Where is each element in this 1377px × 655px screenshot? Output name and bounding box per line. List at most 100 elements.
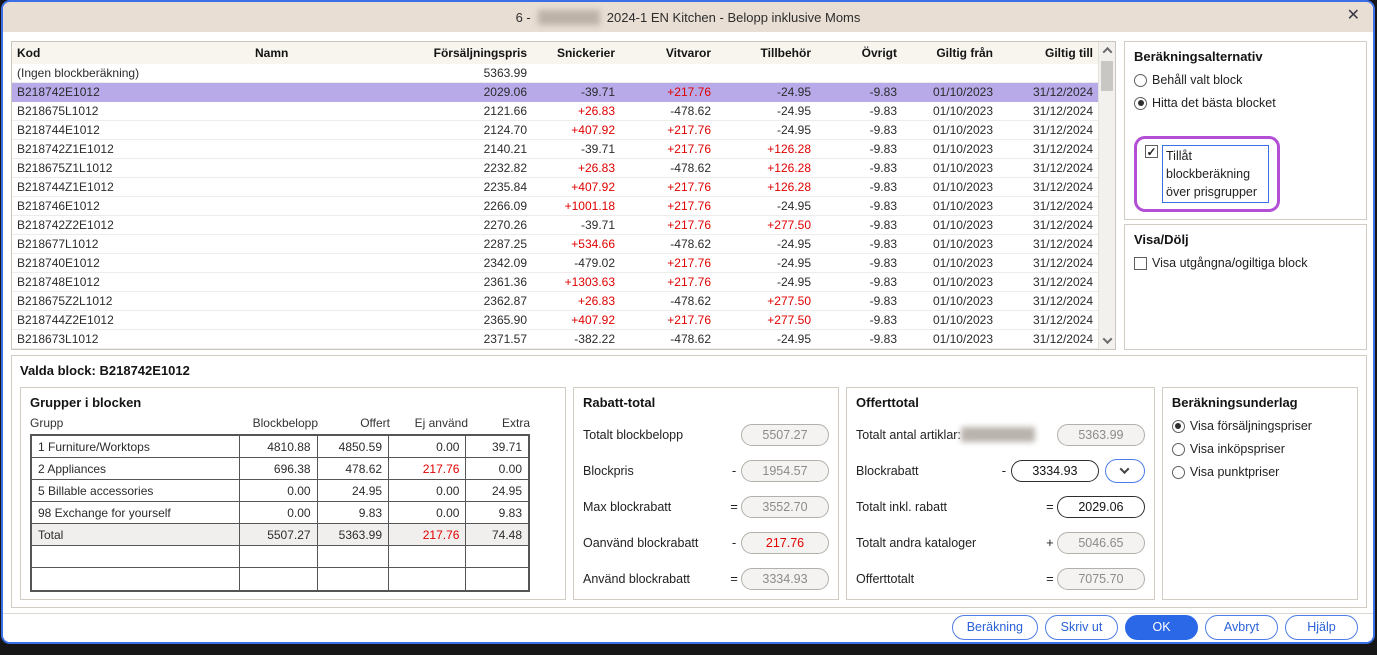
column-header-namn[interactable]: Namn [250, 46, 422, 60]
basis-option-option: Visa punktpriser [1172, 465, 1348, 479]
groups-table-row: 98 Exchange for yourself0.009.830.009.83 [32, 502, 528, 524]
table-cell: 2235.84 [422, 180, 532, 194]
calc-option-radio-1[interactable] [1134, 97, 1147, 110]
block-table-header: KodNamnFörsäljningsprisSnickerierVitvaro… [12, 42, 1098, 64]
table-row[interactable]: B218744Z1E10122235.84+407.92+217.76+126.… [12, 178, 1098, 197]
basis-option-radio-1[interactable] [1172, 443, 1185, 456]
table-cell: +407.92 [532, 123, 620, 137]
table-cell: +126.28 [716, 142, 816, 156]
offert-value-field-4[interactable]: 7075.70 [1057, 568, 1145, 590]
rabatt-line: Max blockrabatt=3552.70 [583, 495, 829, 518]
table-cell: 01/10/2023 [902, 85, 998, 99]
block-table: KodNamnFörsäljningsprisSnickerierVitvaro… [12, 42, 1098, 349]
column-header-giltig-till[interactable]: Giltig till [998, 46, 1098, 60]
table-cell: -9.83 [816, 161, 902, 175]
column-header-f-rs-ljningspris[interactable]: Försäljningspris [422, 46, 532, 60]
table-cell: -9.83 [816, 275, 902, 289]
table-cell: +534.66 [532, 237, 620, 251]
show-expired-checkbox[interactable] [1134, 257, 1147, 270]
table-cell: 31/12/2024 [998, 313, 1098, 327]
groups-table-cell: 0.00 [389, 502, 466, 523]
rabatt-value-field-0[interactable]: 5507.27 [741, 424, 829, 446]
cross-group-checkbox-label[interactable]: Tillåt blockberäkning över prisgrupper [1162, 145, 1269, 203]
table-row[interactable]: B218675Z1L10122232.82+26.83-478.62+126.2… [12, 159, 1098, 178]
table-cell: (Ingen blockberäkning) [12, 66, 250, 80]
table-cell: B218746E1012 [12, 199, 250, 213]
table-row[interactable]: B218675L10122121.66+26.83-478.62-24.95-9… [12, 102, 1098, 121]
table-cell: -9.83 [816, 104, 902, 118]
scrollbar-thumb[interactable] [1101, 61, 1113, 91]
rabatt-line: Använd blockrabatt=3334.93 [583, 567, 829, 590]
table-cell: -478.62 [620, 104, 716, 118]
groups-panel: Grupper i blocken GruppBlockbeloppOffert… [20, 387, 566, 600]
dropdown-chevron-button[interactable] [1105, 459, 1145, 483]
basis-option-radio-0[interactable] [1172, 420, 1185, 433]
rabatt-value-field-1[interactable]: 1954.57 [741, 460, 829, 482]
table-cell: 2270.26 [422, 218, 532, 232]
table-cell: 2029.06 [422, 85, 532, 99]
ok-button[interactable]: OK [1125, 615, 1198, 640]
scroll-down-icon[interactable] [1099, 332, 1115, 349]
table-cell: 31/12/2024 [998, 104, 1098, 118]
skriv-ut-button[interactable]: Skriv ut [1045, 615, 1118, 640]
table-cell: -9.83 [816, 256, 902, 270]
table-cell: B218748E1012 [12, 275, 250, 289]
table-cell: -382.22 [532, 332, 620, 346]
table-row[interactable]: B218742Z2E10122270.26-39.71+217.76+277.5… [12, 216, 1098, 235]
ber-kning-button[interactable]: Beräkning [952, 615, 1038, 640]
offert-label-3: Totalt andra kataloger [856, 536, 1043, 550]
table-row[interactable]: B218740E10122342.09-479.02+217.76-24.95-… [12, 254, 1098, 273]
column-header-giltig-fr-n[interactable]: Giltig från [902, 46, 998, 60]
table-cell: 01/10/2023 [902, 275, 998, 289]
column-header--vrigt[interactable]: Övrigt [816, 46, 902, 60]
table-row[interactable]: B218742E10122029.06-39.71+217.76-24.95-9… [12, 83, 1098, 102]
groups-table: 1 Furniture/Worktops4810.884850.590.0039… [30, 434, 530, 592]
groups-table-cell [466, 568, 528, 590]
cross-group-checkbox[interactable]: ✓ [1145, 145, 1158, 158]
table-row[interactable]: B218748E10122361.36+1303.63+217.76-24.95… [12, 273, 1098, 292]
hj-lp-button[interactable]: Hjälp [1285, 615, 1358, 640]
options-column: Beräkningsalternativ Behåll valt blockHi… [1124, 41, 1367, 350]
table-row[interactable]: B218677L10122287.25+534.66-478.62-24.95-… [12, 235, 1098, 254]
selected-block-section: Valda block: B218742E1012 Grupper i bloc… [11, 355, 1367, 608]
rabatt-value-field-3[interactable]: 217.76 [741, 532, 829, 554]
table-cell: -9.83 [816, 294, 902, 308]
table-cell: +277.50 [716, 313, 816, 327]
rabatt-value-field-2[interactable]: 3552.70 [741, 496, 829, 518]
close-icon[interactable]: ✕ [1347, 6, 1360, 26]
rabatt-label-1: Blockpris [583, 464, 727, 478]
scroll-up-icon[interactable] [1099, 42, 1115, 59]
column-header-kod[interactable]: Kod [12, 46, 250, 60]
table-row[interactable]: B218744E10122124.70+407.92+217.76-24.95-… [12, 121, 1098, 140]
basis-option-label-0: Visa försäljningspriser [1190, 419, 1312, 433]
column-header-snickerier[interactable]: Snickerier [532, 46, 620, 60]
offert-value-field-2[interactable]: 2029.06 [1057, 496, 1145, 518]
table-cell: 01/10/2023 [902, 104, 998, 118]
rabatt-operator-1: - [727, 463, 741, 478]
offert-line: Totalt andra kataloger+5046.65 [856, 531, 1145, 554]
table-row[interactable]: B218675Z2L10122362.87+26.83-478.62+277.5… [12, 292, 1098, 311]
vertical-scrollbar[interactable] [1098, 42, 1115, 349]
table-cell: +26.83 [532, 161, 620, 175]
groups-table-cell: 0.00 [389, 480, 466, 501]
offert-value-field-0[interactable]: 5363.99 [1057, 424, 1145, 446]
column-header-vitvaror[interactable]: Vitvaror [620, 46, 716, 60]
calc-option-radio-0[interactable] [1134, 74, 1147, 87]
chevron-down-icon [1120, 464, 1130, 474]
table-row[interactable]: B218742Z1E10122140.21-39.71+217.76+126.2… [12, 140, 1098, 159]
table-row[interactable]: B218744Z2E10122365.90+407.92+217.76+277.… [12, 311, 1098, 330]
table-row[interactable]: B218746E10122266.09+1001.18+217.76-24.95… [12, 197, 1098, 216]
rabatt-value-field-4[interactable]: 3334.93 [741, 568, 829, 590]
groups-table-cell: 0.00 [240, 502, 317, 523]
table-row[interactable]: B218673L10122371.57-382.22-478.62-24.95-… [12, 330, 1098, 349]
offert-value-field-1[interactable]: 3334.93 [1011, 460, 1099, 482]
table-row[interactable]: (Ingen blockberäkning)5363.99 [12, 64, 1098, 83]
offert-value-field-3[interactable]: 5046.65 [1057, 532, 1145, 554]
table-cell: B218673L1012 [12, 332, 250, 346]
table-cell: +1001.18 [532, 199, 620, 213]
table-cell: 01/10/2023 [902, 199, 998, 213]
avbryt-button[interactable]: Avbryt [1205, 615, 1278, 640]
basis-option-radio-2[interactable] [1172, 466, 1185, 479]
column-header-tillbeh-r[interactable]: Tillbehör [716, 46, 816, 60]
table-cell: 31/12/2024 [998, 142, 1098, 156]
